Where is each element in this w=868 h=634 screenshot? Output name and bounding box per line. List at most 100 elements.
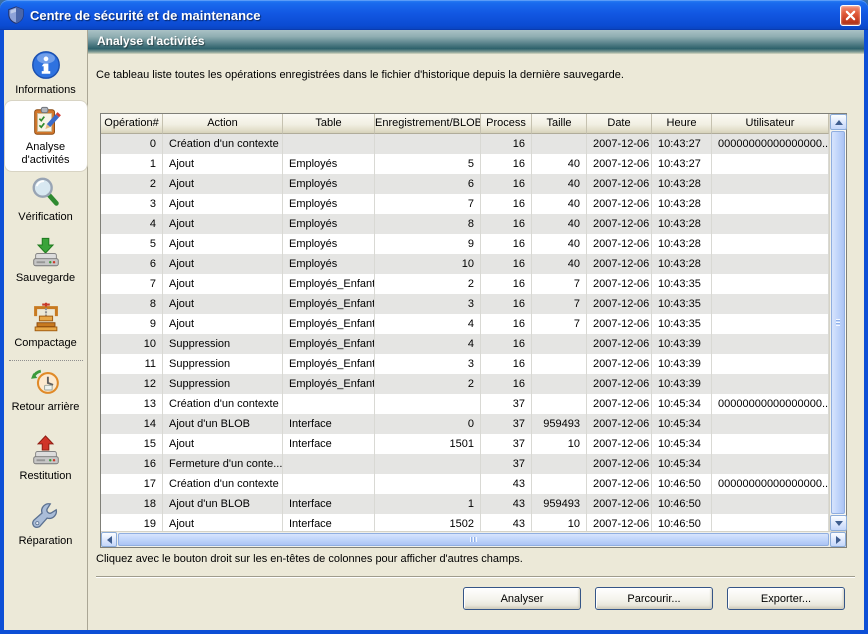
close-button[interactable] xyxy=(840,5,861,26)
restore-icon xyxy=(29,434,63,468)
horizontal-scroll-thumb[interactable] xyxy=(118,533,829,546)
sidebar-item-retour-arriere[interactable]: Retour arrière xyxy=(5,361,87,418)
cell-action: Ajout xyxy=(163,274,283,294)
cell-process: 37 xyxy=(481,434,532,454)
cell-time: 10:45:34 xyxy=(652,434,712,454)
table-row[interactable]: 13Création d'un contexte372007-12-0610:4… xyxy=(101,394,829,414)
cell-record-blob: 0 xyxy=(375,414,481,434)
shield-icon xyxy=(7,6,25,24)
sidebar-item-label: Vérification xyxy=(18,211,72,224)
cell-size: 7 xyxy=(532,314,587,334)
cell-table: Interface xyxy=(283,514,375,531)
column-header-time[interactable]: Heure xyxy=(652,114,712,134)
column-header-process[interactable]: Process xyxy=(481,114,532,134)
table-row[interactable]: 10SuppressionEmployés_Enfants4162007-12-… xyxy=(101,334,829,354)
sidebar-item-label: Sauvegarde xyxy=(16,272,75,285)
action-buttons: Analyser Parcourir... Exporter... xyxy=(463,587,845,610)
column-header-table[interactable]: Table xyxy=(283,114,375,134)
cell-table: Employés xyxy=(283,254,375,274)
table-row[interactable]: 3AjoutEmployés716402007-12-0610:43:28 xyxy=(101,194,829,214)
table-row[interactable]: 18Ajout d'un BLOBInterface1439594932007-… xyxy=(101,494,829,514)
vertical-scroll-thumb[interactable] xyxy=(831,131,845,514)
analyser-button[interactable]: Analyser xyxy=(463,587,581,610)
cell-time: 10:43:27 xyxy=(652,154,712,174)
horizontal-scrollbar[interactable] xyxy=(101,531,846,547)
table-row[interactable]: 15AjoutInterface150137102007-12-0610:45:… xyxy=(101,434,829,454)
table-grid: Opération#ActionTableEnregistrement/BLOB… xyxy=(101,114,829,531)
scroll-left-button[interactable] xyxy=(101,532,117,547)
scroll-up-button[interactable] xyxy=(830,114,847,130)
cell-operation: 15 xyxy=(101,434,163,454)
cell-date: 2007-12-06 xyxy=(587,494,652,514)
table-row[interactable]: 7AjoutEmployés_Enfants21672007-12-0610:4… xyxy=(101,274,829,294)
table-row[interactable]: 5AjoutEmployés916402007-12-0610:43:28 xyxy=(101,234,829,254)
vertical-scrollbar[interactable] xyxy=(829,114,846,531)
table-row[interactable]: 17Création d'un contexte432007-12-0610:4… xyxy=(101,474,829,494)
table-row[interactable]: 8AjoutEmployés_Enfants31672007-12-0610:4… xyxy=(101,294,829,314)
cell-record-blob: 10 xyxy=(375,254,481,274)
table-row[interactable]: 6AjoutEmployés1016402007-12-0610:43:28 xyxy=(101,254,829,274)
cell-record-blob: 2 xyxy=(375,274,481,294)
separator-line xyxy=(96,576,855,578)
scroll-down-button[interactable] xyxy=(830,515,847,531)
table-row[interactable]: 16Fermeture d'un conte...372007-12-0610:… xyxy=(101,454,829,474)
column-header-user[interactable]: Utilisateur xyxy=(712,114,829,134)
cell-time: 10:45:34 xyxy=(652,394,712,414)
sidebar-item-sauvegarde[interactable]: Sauvegarde xyxy=(5,232,87,289)
cell-record-blob: 4 xyxy=(375,334,481,354)
column-header-operation[interactable]: Opération# xyxy=(101,114,163,134)
cell-time: 10:46:50 xyxy=(652,494,712,514)
sidebar-item-restitution[interactable]: Restitution xyxy=(5,430,87,487)
table-row[interactable]: 2AjoutEmployés616402007-12-0610:43:28 xyxy=(101,174,829,194)
cell-record-blob: 1502 xyxy=(375,514,481,531)
table-row[interactable]: 1AjoutEmployés516402007-12-0610:43:27 xyxy=(101,154,829,174)
cell-table xyxy=(283,134,375,154)
titlebar[interactable]: Centre de sécurité et de maintenance xyxy=(0,0,868,30)
column-header-action[interactable]: Action xyxy=(163,114,283,134)
table-row[interactable]: 12SuppressionEmployés_Enfants2162007-12-… xyxy=(101,374,829,394)
cell-action: Création d'un contexte xyxy=(163,474,283,494)
column-header-date[interactable]: Date xyxy=(587,114,652,134)
sidebar-item-informations[interactable]: Informations xyxy=(5,44,87,101)
table-row[interactable]: 14Ajout d'un BLOBInterface0379594932007-… xyxy=(101,414,829,434)
cell-record-blob xyxy=(375,474,481,494)
parcourir-button[interactable]: Parcourir... xyxy=(595,587,713,610)
cell-time: 10:43:39 xyxy=(652,374,712,394)
cell-process: 37 xyxy=(481,414,532,434)
sidebar-item-analyse-activites[interactable]: Analyse d'activités xyxy=(5,101,87,171)
cell-table: Interface xyxy=(283,494,375,514)
table-row[interactable]: 4AjoutEmployés816402007-12-0610:43:28 xyxy=(101,214,829,234)
cell-time: 10:45:34 xyxy=(652,414,712,434)
panel-title: Analyse d'activités xyxy=(97,34,205,48)
cell-user xyxy=(712,414,829,434)
cell-action: Création d'un contexte xyxy=(163,394,283,414)
cell-user: 00000000000000000... xyxy=(712,134,829,154)
scroll-right-button[interactable] xyxy=(830,532,846,547)
cell-process: 16 xyxy=(481,354,532,374)
cell-record-blob: 3 xyxy=(375,294,481,314)
cell-record-blob: 1501 xyxy=(375,434,481,454)
cell-record-blob: 2 xyxy=(375,374,481,394)
table-row[interactable]: 19AjoutInterface150243102007-12-0610:46:… xyxy=(101,514,829,531)
cell-time: 10:43:28 xyxy=(652,174,712,194)
cell-user: 00000000000000000... xyxy=(712,474,829,494)
chevron-up-icon xyxy=(835,120,843,125)
sidebar-item-reparation[interactable]: Réparation xyxy=(5,495,87,552)
sidebar-item-compactage[interactable]: Compactage xyxy=(5,297,87,354)
cell-operation: 6 xyxy=(101,254,163,274)
column-header-record-blob[interactable]: Enregistrement/BLOB xyxy=(375,114,481,134)
cell-time: 10:43:27 xyxy=(652,134,712,154)
table-row[interactable]: 9AjoutEmployés_Enfants41672007-12-0610:4… xyxy=(101,314,829,334)
cell-time: 10:46:50 xyxy=(652,514,712,531)
cell-operation: 8 xyxy=(101,294,163,314)
cell-process: 37 xyxy=(481,394,532,414)
cell-action: Ajout d'un BLOB xyxy=(163,414,283,434)
column-header-size[interactable]: Taille xyxy=(532,114,587,134)
table-row[interactable]: 11SuppressionEmployés_Enfants3162007-12-… xyxy=(101,354,829,374)
cell-date: 2007-12-06 xyxy=(587,154,652,174)
table-row[interactable]: 0Création d'un contexte162007-12-0610:43… xyxy=(101,134,829,154)
cell-table: Employés xyxy=(283,174,375,194)
sidebar-item-verification[interactable]: Vérification xyxy=(5,171,87,228)
exporter-button[interactable]: Exporter... xyxy=(727,587,845,610)
sidebar-item-label: Restitution xyxy=(20,470,72,483)
